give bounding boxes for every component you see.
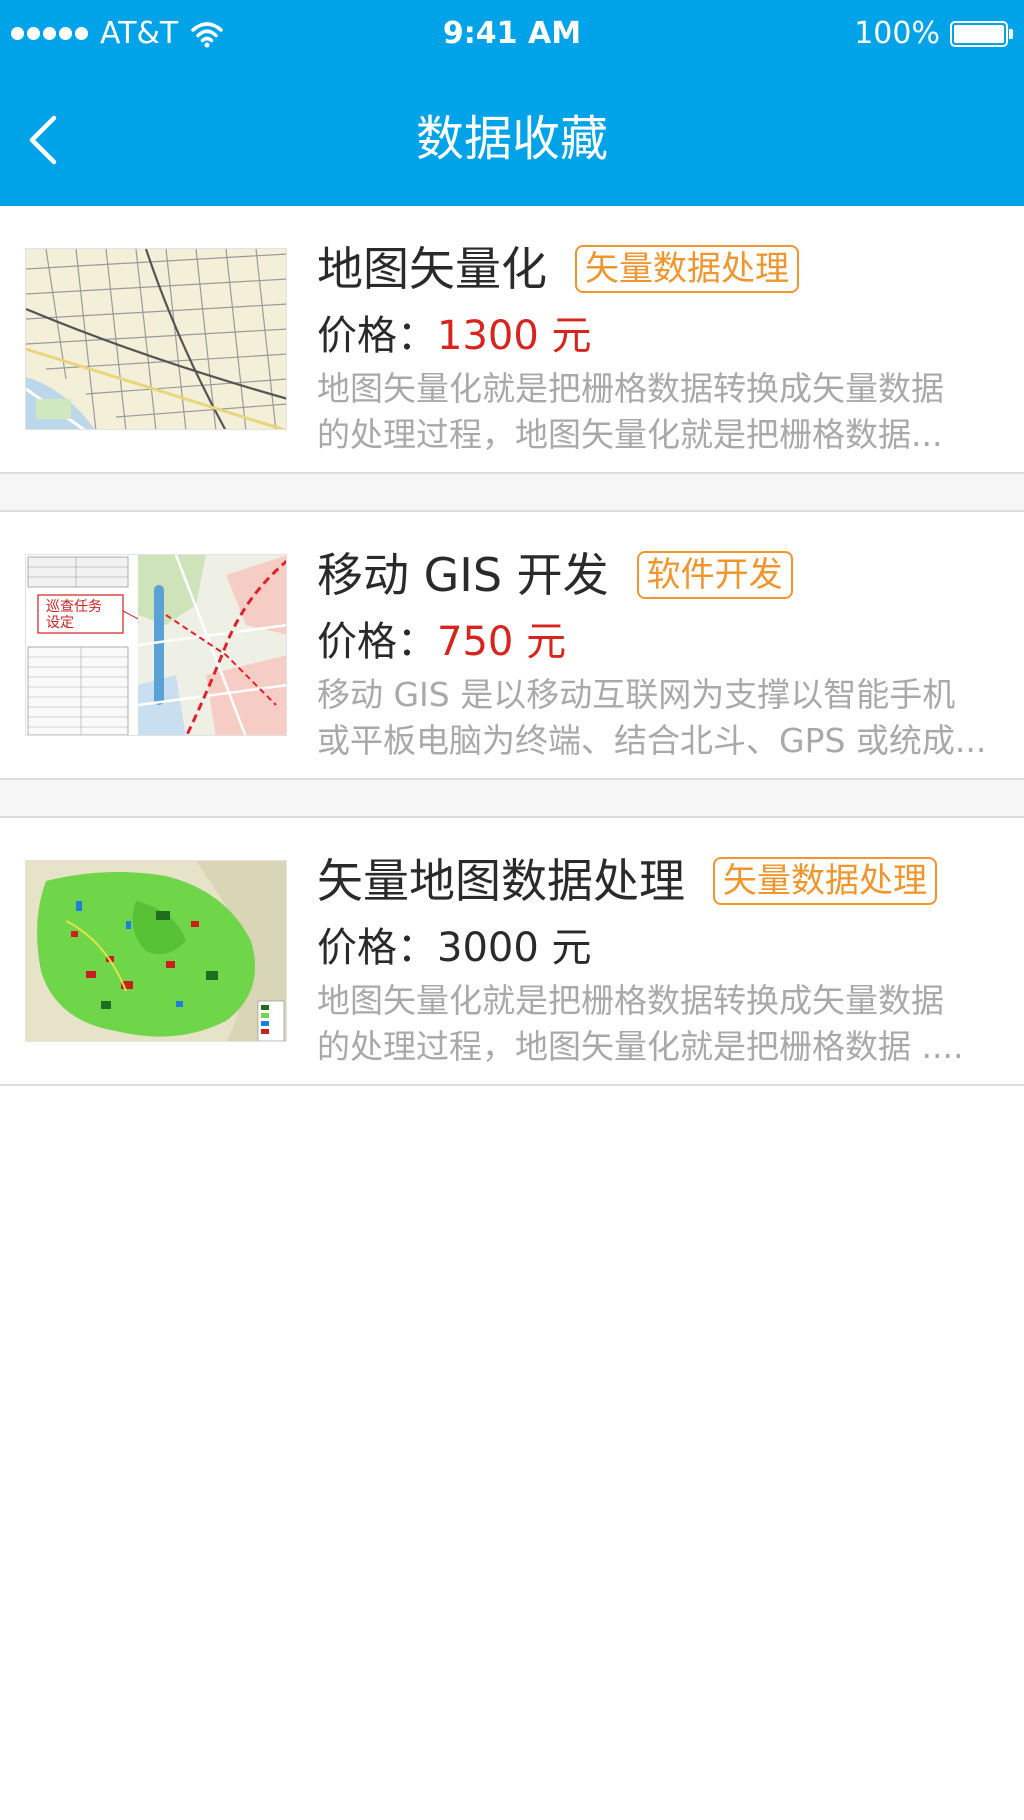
page-title: 数据收藏 xyxy=(415,111,608,167)
price-value: 750 元 xyxy=(437,619,567,665)
list-separator xyxy=(0,780,1024,818)
price-row: 价格：3000 元 xyxy=(317,918,1007,978)
price-value: 3000 元 xyxy=(437,925,592,971)
description-line: 地图矢量化就是把栅格数据转换成矢量数据 xyxy=(317,369,944,408)
price-label: 价格： xyxy=(317,619,437,665)
list-item-mobile-gis[interactable]: 巡查任务 设定 移动 GIS 开发 软件开发 价格：750 元 移动 GIS 是… xyxy=(0,512,1024,780)
item-description: 移动 GIS 是以移动互联网为支撑以智能手机 或平板电脑为终端、结合北斗、GPS… xyxy=(317,672,1007,764)
description-line: 地图矢量化就是把栅格数据转换成矢量数据 xyxy=(317,981,944,1020)
description-line: 的处理过程，地图矢量化就是把栅格数据 .... xyxy=(317,1027,964,1066)
price-label: 价格： xyxy=(317,925,437,971)
item-title: 地图矢量化 xyxy=(317,242,547,296)
list-separator xyxy=(0,474,1024,512)
category-tag: 软件开发 xyxy=(636,551,793,599)
item-info: 移动 GIS 开发 软件开发 价格：750 元 移动 GIS 是以移动互联网为支… xyxy=(317,542,1007,764)
header: AT&T 9:41 AM 100% 数据收藏 xyxy=(0,0,1024,206)
item-description: 地图矢量化就是把栅格数据转换成矢量数据 的处理过程，地图矢量化就是把栅格数据 .… xyxy=(317,978,1007,1070)
price-label: 价格： xyxy=(317,313,437,359)
price-value: 1300 元 xyxy=(437,313,592,359)
status-bar: AT&T 9:41 AM 100% xyxy=(0,0,1024,70)
item-title: 移动 GIS 开发 xyxy=(317,548,609,602)
battery-tip xyxy=(1009,29,1013,39)
description-line: 或平板电脑为终端、结合北斗、GPS 或统成... xyxy=(317,721,987,760)
street-map-thumbnail xyxy=(25,248,287,430)
battery-percent: 100% xyxy=(854,16,940,51)
price-row: 价格：1300 元 xyxy=(317,306,1007,366)
description-line: 移动 GIS 是以移动互联网为支撑以智能手机 xyxy=(317,675,956,714)
patrol-task-map-thumbnail: 巡查任务 设定 xyxy=(25,554,287,736)
item-info: 矢量地图数据处理 矢量数据处理 价格：3000 元 地图矢量化就是把栅格数据转换… xyxy=(317,848,1007,1070)
item-info: 地图矢量化 矢量数据处理 价格：1300 元 地图矢量化就是把栅格数据转换成矢量… xyxy=(317,236,1007,458)
category-tag: 矢量数据处理 xyxy=(713,857,937,905)
item-description: 地图矢量化就是把栅格数据转换成矢量数据 的处理过程，地图矢量化就是把栅格数据..… xyxy=(317,366,1007,458)
favorites-list: 地图矢量化 矢量数据处理 价格：1300 元 地图矢量化就是把栅格数据转换成矢量… xyxy=(0,206,1024,1086)
item-title: 矢量地图数据处理 xyxy=(317,854,685,908)
thumbnail-caption-line: 巡查任务 xyxy=(46,599,102,615)
thumbnail-caption-line: 设定 xyxy=(46,615,74,631)
land-use-map-thumbnail xyxy=(25,860,287,1042)
nav-bar: 数据收藏 xyxy=(0,70,1024,206)
list-item-vector-map-processing[interactable]: 矢量地图数据处理 矢量数据处理 价格：3000 元 地图矢量化就是把栅格数据转换… xyxy=(0,818,1024,1086)
category-tag: 矢量数据处理 xyxy=(575,245,799,293)
description-line: 的处理过程，地图矢量化就是把栅格数据... xyxy=(317,415,943,454)
list-item-map-vectorization[interactable]: 地图矢量化 矢量数据处理 价格：1300 元 地图矢量化就是把栅格数据转换成矢量… xyxy=(0,206,1024,474)
battery-icon xyxy=(950,21,1008,47)
price-row: 价格：750 元 xyxy=(317,612,1007,672)
